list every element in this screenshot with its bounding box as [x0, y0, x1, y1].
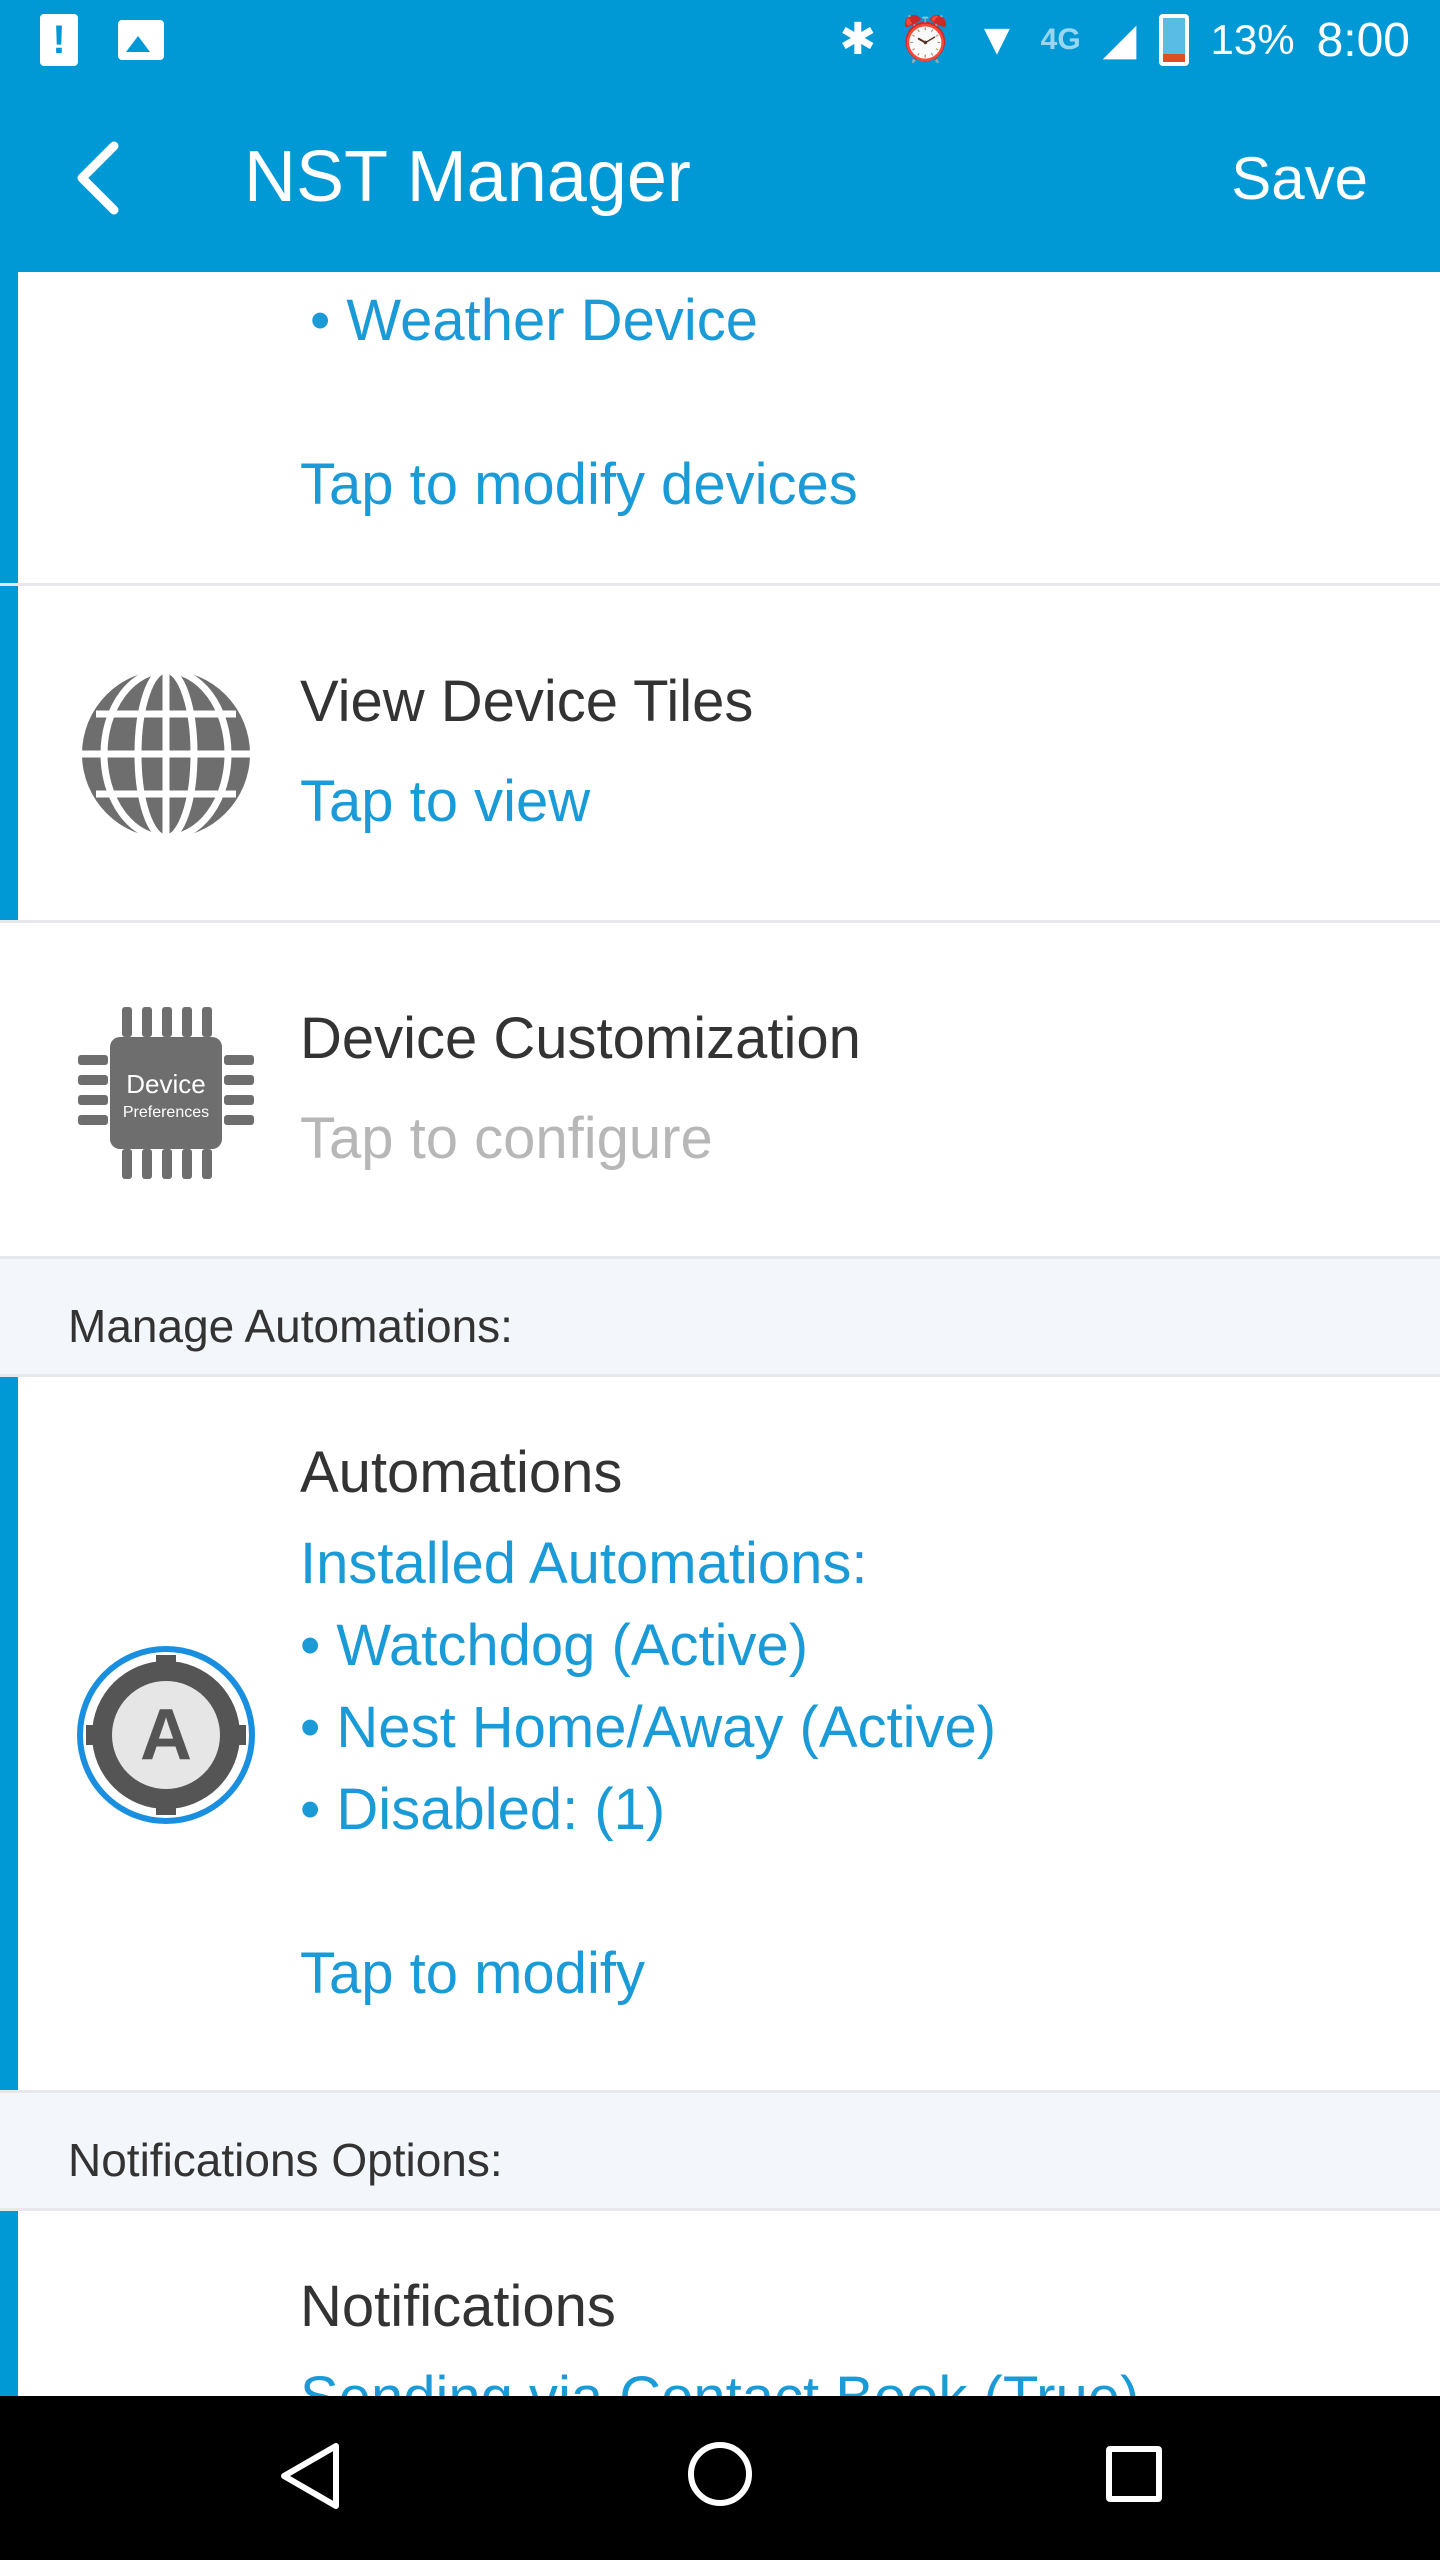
- nav-home-icon[interactable]: [688, 2442, 752, 2506]
- notifications-status: Sending via Contact Book (True): [300, 2357, 1380, 2396]
- automation-item: • Nest Home/Away (Active): [300, 1695, 997, 1760]
- battery-icon: [1158, 14, 1189, 66]
- chip-icon: Device Preferences: [78, 1007, 254, 1179]
- automation-gear-icon: A: [77, 1646, 255, 1824]
- device-item: • Weather Device: [310, 288, 758, 353]
- automations-row[interactable]: A Automations Installed Automations: • W…: [0, 1377, 1440, 2093]
- automations-action-link[interactable]: Tap to modify: [300, 1933, 1380, 2015]
- section-header-notifications: Notifications Options:: [0, 2093, 1440, 2211]
- chip-label: Device: [126, 1069, 205, 1099]
- devices-row[interactable]: • Weather Device Tap to modify devices: [0, 272, 1440, 586]
- nav-back-icon[interactable]: [278, 2440, 342, 2512]
- settings-list: • Weather Device Tap to modify devices V…: [0, 272, 1440, 2396]
- chip-sublabel: Preferences: [123, 1104, 209, 1121]
- status-bar: ! ✱ ⏰ ▼ 4G ◢ 13% 8:00: [0, 0, 1440, 80]
- device-customization-row[interactable]: Device Preferences Device Customization …: [0, 923, 1440, 1259]
- alarm-icon: ⏰: [898, 15, 954, 64]
- battery-percent: 13%: [1210, 16, 1295, 63]
- save-button[interactable]: Save: [1231, 144, 1368, 213]
- row-title: Device Customization: [300, 1006, 861, 1071]
- devices-action-link[interactable]: Tap to modify devices: [300, 444, 1380, 526]
- network-type: 4G: [1040, 23, 1081, 56]
- nav-recents-icon[interactable]: [1106, 2446, 1162, 2502]
- app-bar: NST Manager Save: [0, 80, 1440, 272]
- row-title: View Device Tiles: [300, 669, 754, 734]
- system-navigation-bar: [0, 2396, 1440, 2560]
- installed-automations-label: Installed Automations:: [300, 1531, 868, 1596]
- automation-item: • Disabled: (1): [300, 1777, 666, 1842]
- view-device-tiles-row[interactable]: View Device Tiles Tap to view: [0, 586, 1440, 923]
- section-header-label: Manage Automations:: [68, 1300, 513, 1352]
- automation-item: • Watchdog (Active): [300, 1613, 809, 1678]
- wifi-icon: ▼: [975, 15, 1019, 64]
- section-header-label: Notifications Options:: [68, 2134, 503, 2186]
- row-title: Automations: [300, 1440, 623, 1505]
- clock: 8:00: [1316, 13, 1410, 67]
- notifications-row[interactable]: Notifications Sending via Contact Book (…: [0, 2211, 1440, 2396]
- globe-icon: [82, 666, 250, 842]
- alert-icon: !: [40, 14, 78, 66]
- signal-icon: ◢: [1102, 15, 1137, 64]
- customization-action-link[interactable]: Tap to configure: [300, 1089, 1380, 1189]
- page-title: NST Manager: [244, 137, 691, 217]
- row-title: Notifications: [300, 2274, 616, 2339]
- image-icon: [118, 20, 164, 60]
- automation-letter: A: [140, 1695, 192, 1775]
- section-header-automations: Manage Automations:: [0, 1259, 1440, 1377]
- back-arrow-icon[interactable]: [70, 140, 130, 216]
- tiles-action-link[interactable]: Tap to view: [300, 752, 1380, 852]
- bluetooth-icon: ✱: [839, 15, 877, 64]
